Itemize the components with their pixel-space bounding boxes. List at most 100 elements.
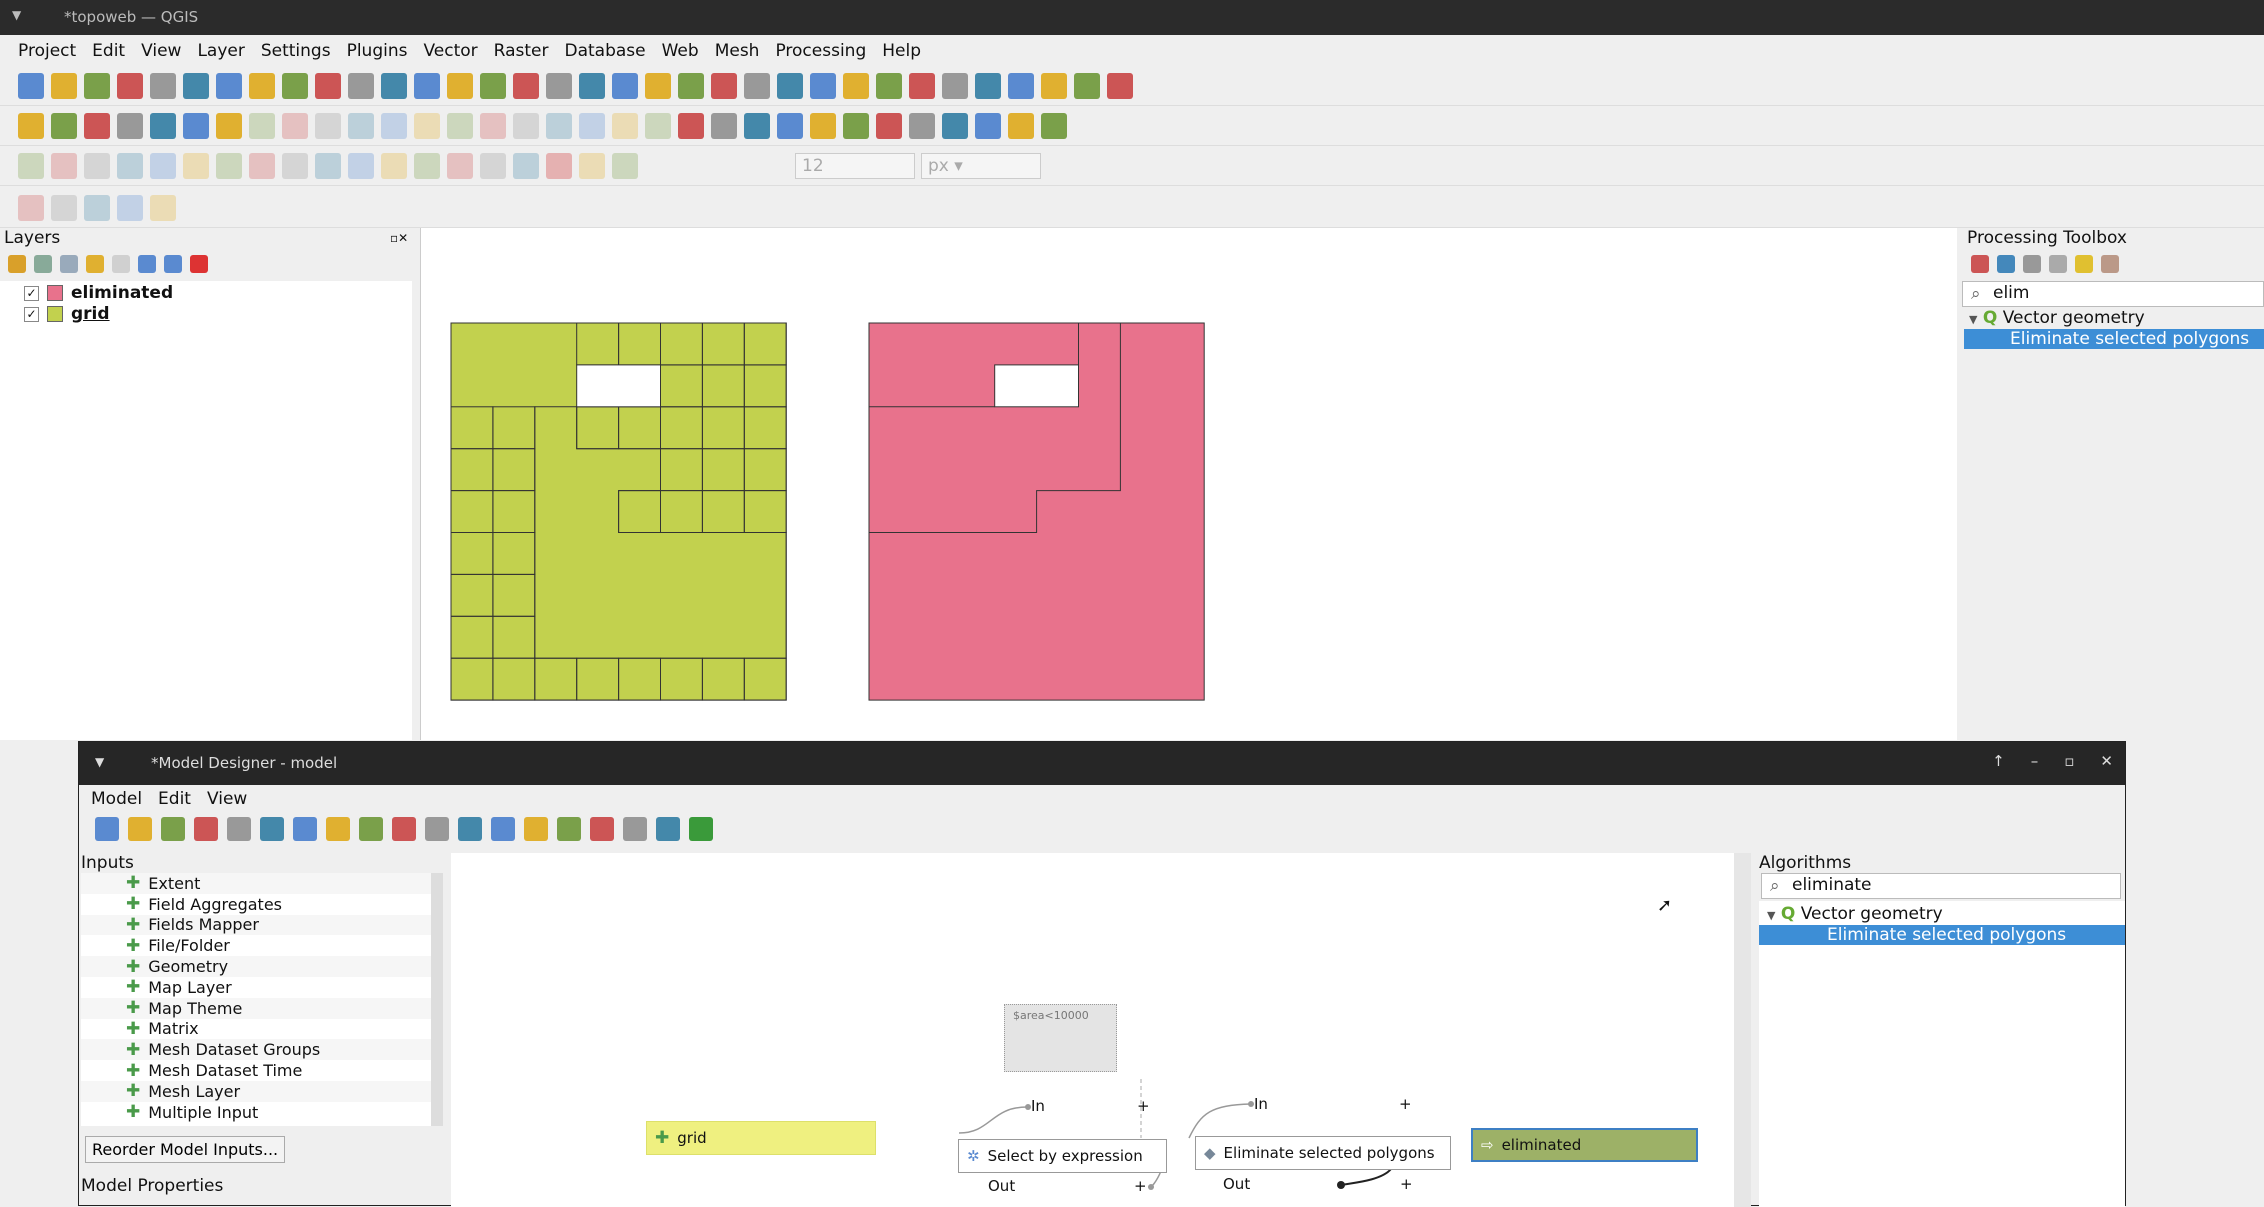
save-icon[interactable] [161, 817, 185, 841]
layer-eliminated[interactable]: ✓ eliminated [24, 283, 173, 303]
select-features-icon[interactable] [744, 72, 770, 99]
save-edits-icon[interactable] [315, 112, 341, 139]
menu-processing[interactable]: Processing [767, 38, 874, 66]
window-control-1[interactable]: – [2031, 752, 2039, 770]
python-console-icon[interactable] [1008, 112, 1034, 139]
attribute-table-icon[interactable] [909, 72, 935, 99]
window-control-0[interactable]: ↑ [1992, 752, 2005, 770]
zoom-full-icon[interactable] [348, 72, 374, 99]
node-output-eliminated[interactable]: ⇨ eliminated [1471, 1128, 1698, 1162]
refresh-icon[interactable] [711, 72, 737, 99]
simplify-icon[interactable] [447, 152, 473, 179]
export-image-icon[interactable] [557, 817, 581, 841]
menu-view[interactable]: View [133, 38, 189, 66]
tree-item-eliminate[interactable]: Eliminate selected polygons [1964, 329, 2264, 349]
tolerance-input[interactable]: 12 [795, 153, 915, 179]
measure-icon[interactable] [1041, 72, 1067, 99]
model-canvas[interactable]: ✚ grid $area<10000 In + ✲ Select by expres… [451, 853, 1751, 1207]
input-item[interactable]: ✚ Map Layer [81, 977, 431, 998]
modify-attributes-icon[interactable] [447, 112, 473, 139]
help-icon[interactable] [1041, 112, 1067, 139]
input-item[interactable]: ✚ Fields Mapper [81, 914, 431, 936]
tree-group-vector-geometry[interactable]: ▼ Q Vector geometry [1767, 904, 1943, 924]
export-pdf-icon[interactable] [590, 817, 614, 841]
remove-layer-icon[interactable] [190, 255, 208, 273]
md-menu-model[interactable]: Model [83, 786, 150, 812]
tree-group-vector-geometry[interactable]: ▼ Q Vector geometry [1969, 308, 2145, 328]
input-item[interactable]: ✚ Mesh Dataset Time [81, 1060, 431, 1081]
export-python-icon[interactable] [524, 817, 548, 841]
save-as-icon[interactable] [194, 817, 218, 841]
print-layout-icon[interactable] [150, 72, 176, 99]
pan-icon[interactable] [260, 817, 284, 841]
merge-attributes-icon[interactable] [381, 152, 407, 179]
zoom-native-icon[interactable] [447, 72, 473, 99]
toggle-edit-pencil-icon[interactable] [249, 112, 275, 139]
delete-ring-icon[interactable] [150, 152, 176, 179]
db-manager-icon[interactable] [942, 112, 968, 139]
eye-icon[interactable] [60, 255, 78, 273]
menu-layer[interactable]: Layer [189, 38, 252, 66]
vertex-tool-icon[interactable] [414, 112, 440, 139]
split-parts-icon[interactable] [315, 152, 341, 179]
open-table-icon[interactable] [1008, 72, 1034, 99]
raster-calc-icon[interactable] [183, 112, 209, 139]
pin-labels-icon[interactable] [744, 112, 770, 139]
statistics-icon[interactable] [975, 72, 1001, 99]
label-tool-icon[interactable] [678, 112, 704, 139]
reshape-icon[interactable] [216, 152, 242, 179]
menu-help[interactable]: Help [874, 38, 929, 66]
vertex-icon[interactable] [513, 152, 539, 179]
input-item[interactable]: ✚ Mesh Layer [81, 1080, 431, 1102]
toggle-editing-icon[interactable] [282, 112, 308, 139]
run-icon[interactable] [689, 817, 713, 841]
diagram-tool-icon[interactable] [711, 112, 737, 139]
identify-icon[interactable] [876, 72, 902, 99]
add-line-icon[interactable] [348, 112, 374, 139]
input-item[interactable]: ✚ File/Folder [81, 935, 431, 956]
deselect-icon[interactable] [810, 72, 836, 99]
toolbox-search-input[interactable]: ⌕ elim [1962, 281, 2264, 307]
new-map-view-icon[interactable] [546, 72, 572, 99]
new-project-icon[interactable] [18, 72, 44, 99]
redo-icon[interactable] [645, 112, 671, 139]
select-by-location-icon[interactable] [843, 72, 869, 99]
new-virtual-layer-icon[interactable] [216, 112, 242, 139]
rectangle-icon[interactable] [117, 194, 143, 221]
trace-icon[interactable] [579, 152, 605, 179]
highlight-labels-icon[interactable] [777, 112, 803, 139]
input-item[interactable]: ✚ Field Aggregates [81, 894, 431, 915]
paste-icon[interactable] [579, 112, 605, 139]
tree-item-eliminate[interactable]: Eliminate selected polygons [1759, 925, 2125, 945]
globe-icon[interactable] [975, 112, 1001, 139]
reorder-inputs-button[interactable]: Reorder Model Inputs... [85, 1136, 286, 1163]
options-icon[interactable] [2101, 255, 2119, 273]
md-menu-view[interactable]: View [199, 786, 255, 812]
input-item[interactable]: ✚ Matrix [81, 1019, 431, 1040]
layer-checkbox[interactable]: ✓ [24, 285, 39, 301]
menu-web[interactable]: Web [654, 38, 707, 66]
edit-features-icon[interactable] [2075, 255, 2093, 273]
change-label-icon[interactable] [876, 112, 902, 139]
new-bookmark-icon[interactable] [612, 72, 638, 99]
add-group-icon[interactable] [34, 255, 52, 273]
filter-icon[interactable] [1107, 72, 1133, 99]
zoom-to-layer-icon[interactable] [414, 72, 440, 99]
ellipse-icon[interactable] [84, 194, 110, 221]
zoom-out-icon[interactable] [425, 817, 449, 841]
filter-icon[interactable] [86, 255, 104, 273]
new-geopackage-icon[interactable] [51, 112, 77, 139]
style-manager-icon[interactable] [183, 72, 209, 99]
shape-digitize-icon[interactable] [18, 194, 44, 221]
help-edit-icon[interactable] [656, 817, 680, 841]
open-project-icon[interactable] [51, 72, 77, 99]
node-select-by-expression[interactable]: ✲ Select by expression [958, 1139, 1167, 1173]
undo-icon[interactable] [326, 817, 350, 841]
history-icon[interactable] [2023, 255, 2041, 273]
map-canvas[interactable] [420, 228, 1957, 740]
delete-selected-icon[interactable] [480, 112, 506, 139]
menu-raster[interactable]: Raster [486, 38, 557, 66]
show-hide-labels-icon[interactable] [909, 112, 935, 139]
save-project-icon[interactable] [84, 72, 110, 99]
polygon-icon[interactable] [150, 194, 176, 221]
